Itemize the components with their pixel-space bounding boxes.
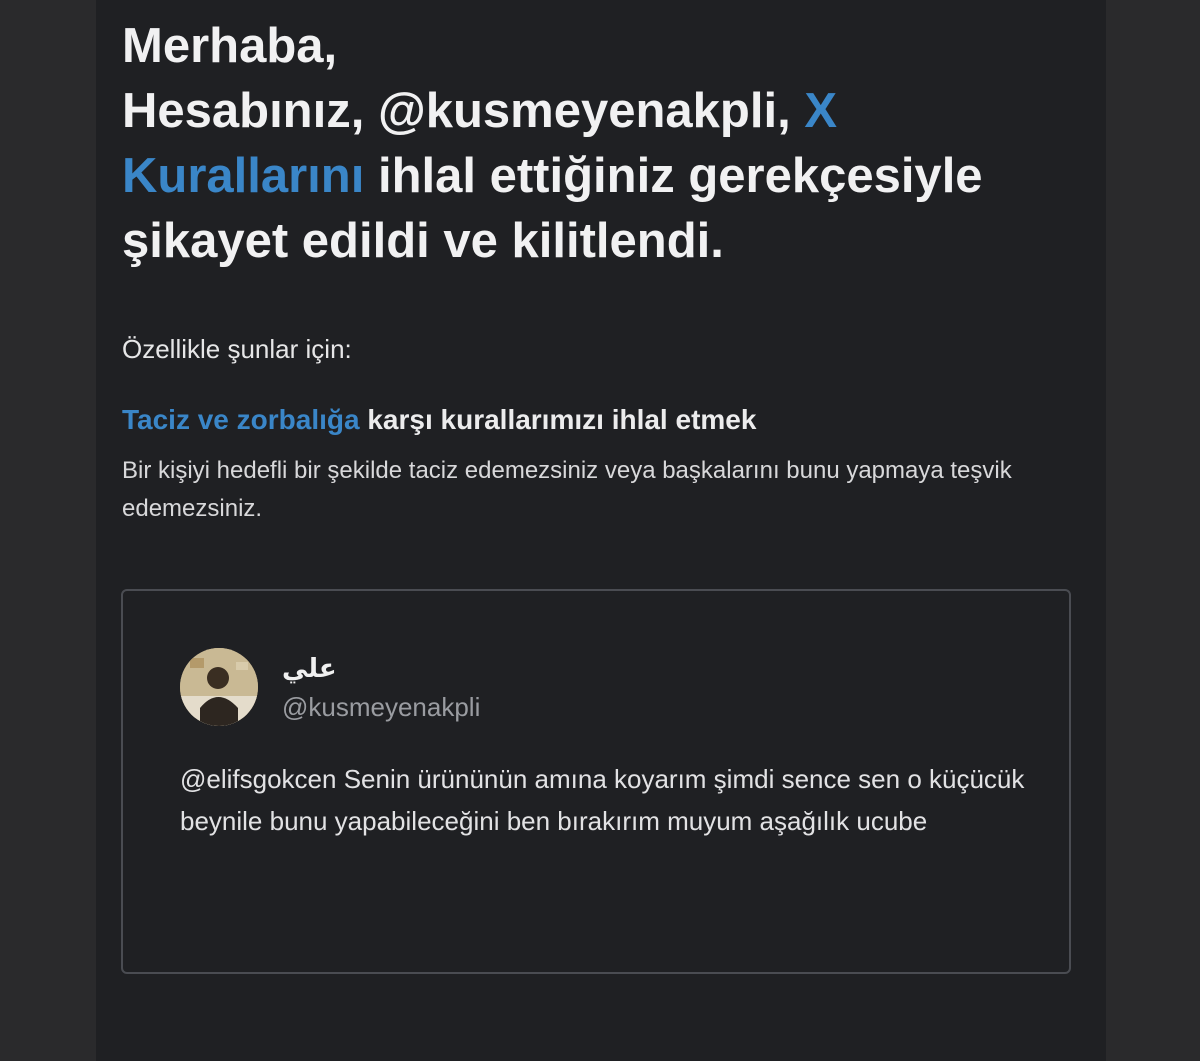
profile-photo-icon <box>180 648 258 726</box>
greeting: Merhaba, <box>122 19 338 73</box>
rule-description: Bir kişiyi hedefli bir şekilde taciz ede… <box>122 457 1012 522</box>
rule-title: Taciz ve zorbalığa karşı kurallarımızı i… <box>122 402 756 438</box>
tweet-handle[interactable]: @kusmeyenakpli <box>282 691 480 723</box>
avatar[interactable] <box>180 648 258 726</box>
headline-text-prefix: Hesabınız, @kusmeyenakpli, <box>122 84 805 138</box>
rule-title-suffix: karşı kurallarımızı ihlal etmek <box>359 404 757 435</box>
tweet-text: @elifsgokcen Senin ürününün amına koyarı… <box>180 764 1025 836</box>
tweet-display-name: علي <box>282 654 337 684</box>
intro-text: Özellikle şunlar için: <box>122 334 352 364</box>
harassment-policy-link[interactable]: Taciz ve zorbalığa <box>122 404 360 435</box>
headline: Merhaba, Hesabınız, @kusmeyenakpli, X Kur… <box>122 14 1052 274</box>
